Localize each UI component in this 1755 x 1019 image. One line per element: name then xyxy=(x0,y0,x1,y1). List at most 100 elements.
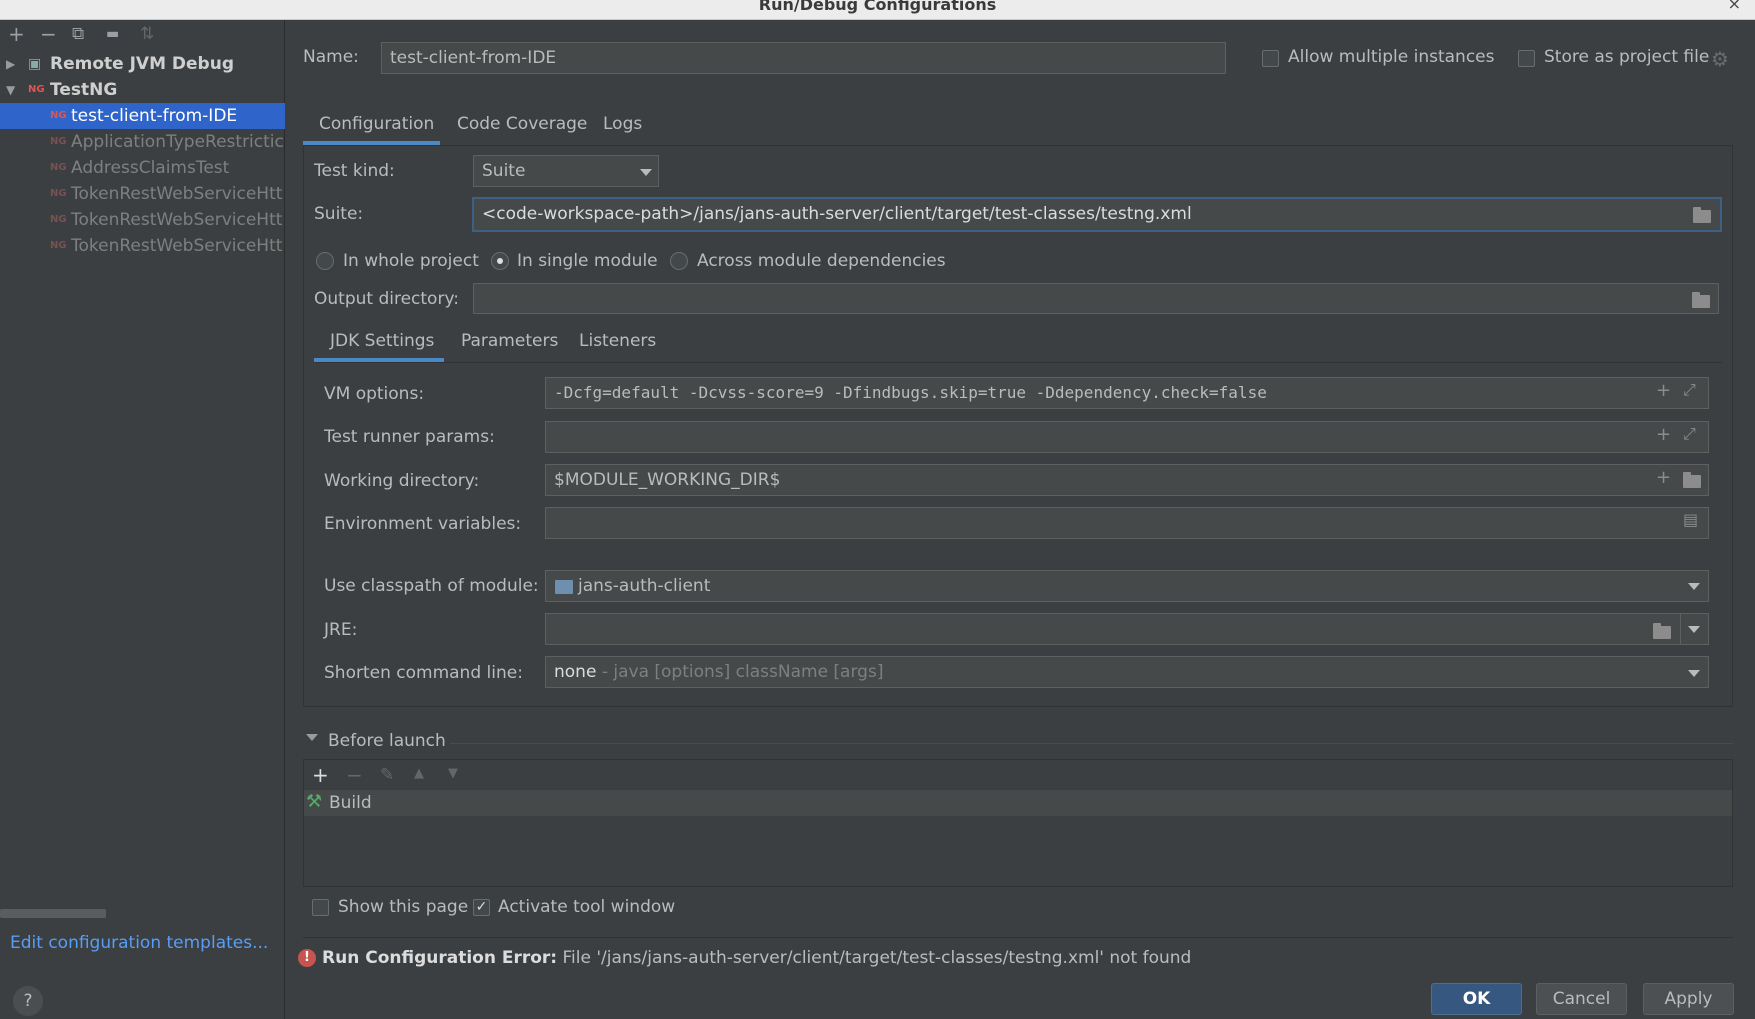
working-dir-input[interactable]: $MODULE_WORKING_DIR$ xyxy=(545,464,1709,496)
ok-button[interactable]: OK xyxy=(1431,983,1522,1015)
runner-params-label: Test runner params: xyxy=(324,427,495,447)
hammer-icon: ⚒ xyxy=(306,791,323,812)
chevron-down-icon[interactable] xyxy=(306,734,318,741)
tree-label: AddressClaimsTest xyxy=(71,158,230,178)
output-dir-label: Output directory: xyxy=(314,289,459,309)
tree-item[interactable]: NG AddressClaimsTest xyxy=(0,155,285,181)
shorten-select[interactable]: none - java [options] className [args] xyxy=(545,656,1709,688)
add-icon[interactable]: + xyxy=(1656,380,1671,401)
tree-label: TokenRestWebServiceHtt xyxy=(71,184,283,204)
close-icon[interactable]: × xyxy=(1728,0,1741,13)
window-title: Run/Debug Configurations xyxy=(758,0,997,14)
tab-parameters[interactable]: Parameters xyxy=(461,331,558,351)
title-bar: Run/Debug Configurations × xyxy=(0,0,1755,20)
across-module-label: Across module dependencies xyxy=(697,251,946,271)
test-kind-select[interactable]: Suite xyxy=(473,155,659,187)
list-item[interactable] xyxy=(304,790,1732,816)
tree-item[interactable]: NG TokenRestWebServiceHtt xyxy=(0,207,285,233)
move-down-icon[interactable]: ▼ xyxy=(448,766,458,781)
activate-tool-label: Activate tool window xyxy=(498,897,676,917)
chevron-down-icon[interactable]: ▼ xyxy=(6,77,15,103)
jre-label: JRE: xyxy=(324,620,358,640)
tree-label: test-client-from-IDE xyxy=(71,106,238,126)
name-input[interactable]: test-client-from-IDE xyxy=(381,42,1226,74)
folder-icon[interactable] xyxy=(1692,292,1710,308)
folder-icon[interactable] xyxy=(1653,623,1671,639)
output-dir-input[interactable] xyxy=(473,283,1719,314)
working-dir-label: Working directory: xyxy=(324,471,480,491)
tree-label: TestNG xyxy=(50,80,118,100)
testng-icon: NG xyxy=(50,162,67,173)
error-icon: ! xyxy=(298,949,316,967)
help-button[interactable]: ? xyxy=(13,986,43,1016)
sort-icon[interactable]: ⇅ xyxy=(140,24,154,44)
error-message: Run Configuration Error: File '/jans/jan… xyxy=(322,948,1191,968)
tree-item[interactable]: NG ApplicationTypeRestrictic xyxy=(0,129,285,155)
tab-logs[interactable]: Logs xyxy=(603,114,642,134)
chevron-right-icon[interactable]: ▶ xyxy=(6,51,15,77)
env-vars-input[interactable] xyxy=(545,507,1709,539)
before-launch-divider xyxy=(450,743,1733,744)
name-label: Name: xyxy=(303,47,359,67)
cancel-button[interactable]: Cancel xyxy=(1536,983,1627,1015)
testng-icon: NG xyxy=(50,240,67,251)
folder-icon[interactable]: ▬ xyxy=(106,26,119,42)
tree-group-remote-jvm[interactable]: ▶ ▣ Remote JVM Debug xyxy=(0,51,285,77)
edit-icon[interactable]: ✎ xyxy=(380,765,394,785)
add-icon[interactable]: + xyxy=(312,763,329,787)
tab-jdk-settings[interactable]: JDK Settings xyxy=(330,331,434,351)
before-launch-title[interactable]: Before launch xyxy=(328,731,446,751)
chevron-down-icon[interactable] xyxy=(1688,670,1700,677)
tree-label: TokenRestWebServiceHtt xyxy=(71,236,283,256)
single-module-radio[interactable] xyxy=(491,252,509,270)
allow-multiple-checkbox[interactable] xyxy=(1262,50,1279,67)
store-project-checkbox[interactable] xyxy=(1518,50,1535,67)
test-kind-label: Test kind: xyxy=(314,161,395,181)
remove-icon[interactable]: − xyxy=(40,22,57,46)
edit-templates-link[interactable]: Edit configuration templates... xyxy=(10,933,268,953)
runner-params-input[interactable] xyxy=(545,421,1709,453)
tree-group-testng[interactable]: ▼ NG TestNG xyxy=(0,77,285,103)
expand-icon[interactable]: ⤢ xyxy=(1683,424,1696,444)
single-module-label: In single module xyxy=(517,251,658,271)
add-icon[interactable]: + xyxy=(1656,467,1671,488)
tab-configuration[interactable]: Configuration xyxy=(319,114,434,134)
folder-icon[interactable] xyxy=(1693,207,1711,223)
suite-value: <code-workspace-path>/jans/jans-auth-ser… xyxy=(482,204,1192,224)
testng-icon: NG xyxy=(50,214,67,225)
add-icon[interactable]: + xyxy=(1656,424,1671,445)
chevron-down-icon xyxy=(640,169,652,176)
horizontal-scrollbar[interactable] xyxy=(0,909,106,918)
document-icon[interactable]: ▤ xyxy=(1683,510,1698,529)
tab-code-coverage[interactable]: Code Coverage xyxy=(457,114,587,134)
tree-item[interactable]: NG TokenRestWebServiceHtt xyxy=(0,181,285,207)
show-page-label: Show this page xyxy=(338,897,469,917)
expand-icon[interactable]: ⤢ xyxy=(1683,380,1696,400)
add-icon[interactable]: + xyxy=(8,22,25,46)
move-up-icon[interactable]: ▲ xyxy=(414,766,424,781)
classpath-label: Use classpath of module: xyxy=(324,576,539,596)
before-launch-panel xyxy=(303,759,1733,887)
across-module-radio[interactable] xyxy=(670,252,688,270)
chevron-down-icon xyxy=(1688,626,1700,633)
remove-icon[interactable]: − xyxy=(346,763,363,787)
tree-item-test-client[interactable]: NG test-client-from-IDE xyxy=(0,103,285,129)
folder-icon[interactable] xyxy=(1683,472,1701,488)
whole-project-radio[interactable] xyxy=(316,252,334,270)
suite-input[interactable]: <code-workspace-path>/jans/jans-auth-ser… xyxy=(472,197,1722,232)
classpath-select[interactable]: jans-auth-client xyxy=(545,570,1709,602)
tab-listeners[interactable]: Listeners xyxy=(579,331,656,351)
chevron-down-icon[interactable] xyxy=(1688,583,1700,590)
gear-icon[interactable]: ⚙ xyxy=(1711,47,1729,71)
tree-label: TokenRestWebServiceHtt xyxy=(71,210,283,230)
jre-input[interactable] xyxy=(545,613,1681,645)
vm-options-input[interactable]: -Dcfg=default -Dcvss-score=9 -Dfindbugs.… xyxy=(545,377,1709,409)
copy-icon[interactable]: ⧉ xyxy=(72,24,84,44)
test-kind-value: Suite xyxy=(482,161,526,181)
tree-item[interactable]: NG TokenRestWebServiceHtt xyxy=(0,233,285,259)
module-icon xyxy=(555,580,573,594)
apply-button[interactable]: Apply xyxy=(1643,983,1734,1015)
tree-label: Remote JVM Debug xyxy=(50,54,234,74)
activate-tool-checkbox[interactable]: ✓ xyxy=(473,899,490,916)
show-page-checkbox[interactable] xyxy=(312,899,329,916)
